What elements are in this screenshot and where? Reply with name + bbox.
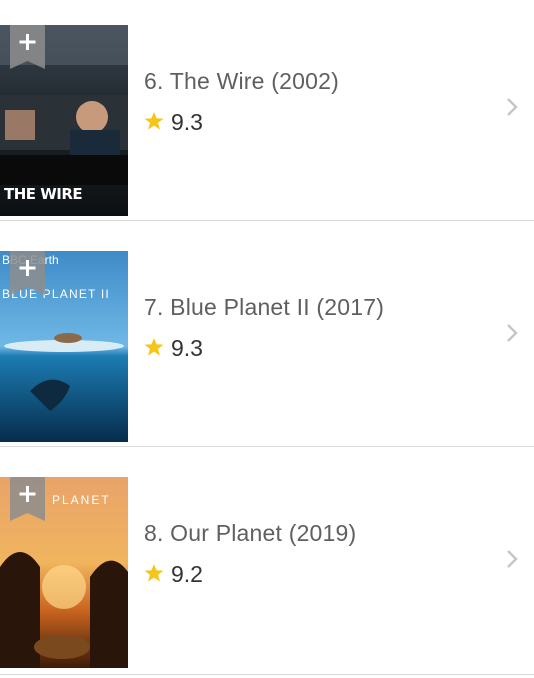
list-item[interactable]: THE WIRE 6. The Wire (2002) 9.3 (0, 0, 534, 226)
rating-value: 9.3 (171, 335, 203, 361)
list-item[interactable]: BBC Earth BLUE PLANET II 7. Blue Planet … (0, 226, 534, 452)
rating-value: 9.2 (171, 561, 203, 587)
poster-title-text: THE WIRE (4, 185, 83, 203)
title-label[interactable]: 7. Blue Planet II (2017) (144, 294, 384, 321)
poster-title-text: PLANET (52, 493, 111, 507)
divider (0, 220, 534, 221)
chevron-right-icon[interactable] (505, 322, 519, 344)
chevron-right-icon[interactable] (505, 96, 519, 118)
list-item[interactable]: PLANET 8. Our Planet (2019) 9.2 (0, 452, 534, 678)
watchlist-add-button[interactable] (10, 251, 45, 295)
divider (0, 446, 534, 447)
watchlist-add-button[interactable] (10, 477, 45, 521)
rating-value: 9.3 (171, 109, 203, 135)
title-label[interactable]: 6. The Wire (2002) (144, 68, 339, 95)
star-icon (144, 338, 164, 356)
star-icon (144, 564, 164, 582)
watchlist-add-button[interactable] (10, 25, 45, 69)
title-label[interactable]: 8. Our Planet (2019) (144, 520, 356, 547)
chevron-right-icon[interactable] (505, 548, 519, 570)
star-icon (144, 112, 164, 130)
divider (0, 674, 534, 675)
